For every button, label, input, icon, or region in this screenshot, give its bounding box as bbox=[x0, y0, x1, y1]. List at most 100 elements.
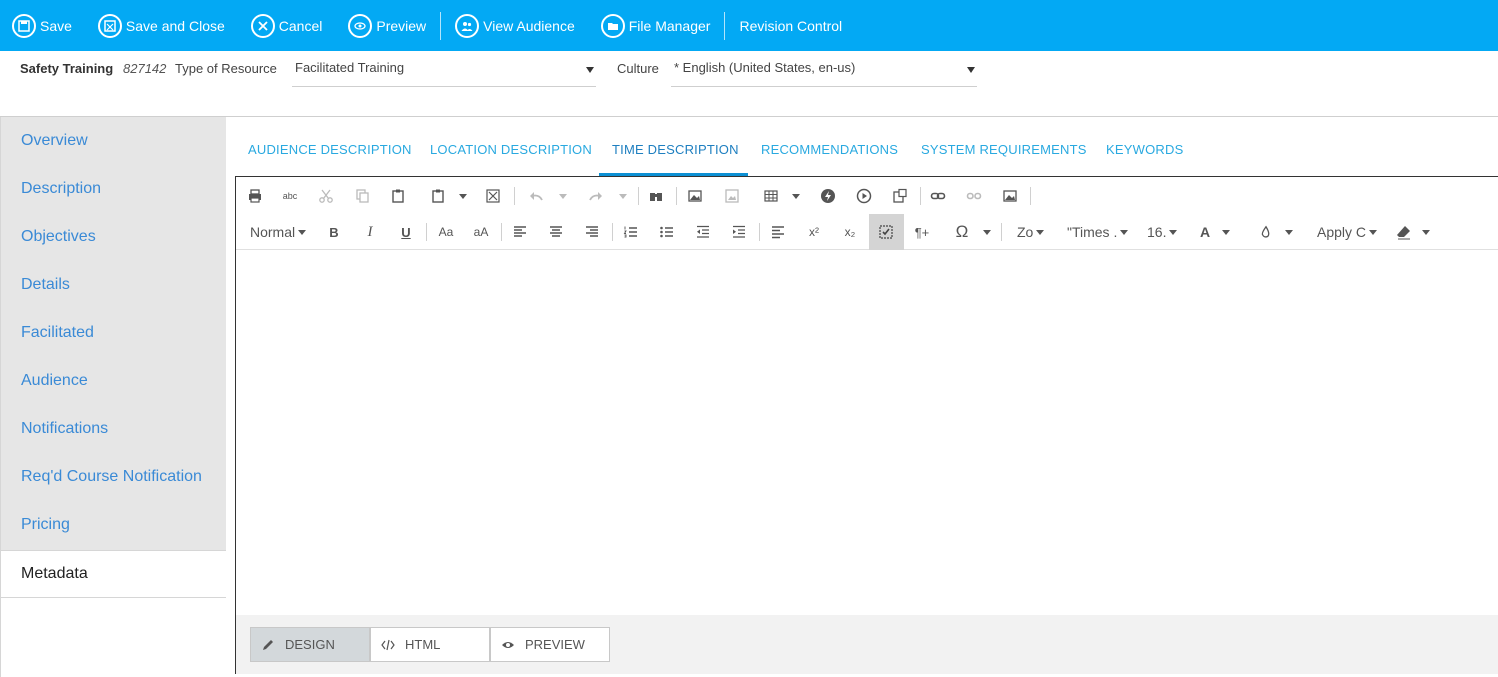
numbered-list-icon[interactable] bbox=[619, 221, 643, 243]
toolbar-separator bbox=[676, 187, 677, 205]
font-size-dropdown[interactable]: 16. bbox=[1147, 221, 1178, 243]
font-size-value: 16. bbox=[1147, 224, 1167, 240]
bulleted-list-icon[interactable] bbox=[655, 221, 679, 243]
save-label: Save bbox=[40, 17, 72, 34]
content-edit-area[interactable] bbox=[236, 251, 1498, 615]
image-icon[interactable] bbox=[683, 185, 707, 207]
sidebar-item-audience[interactable]: Audience bbox=[21, 357, 88, 405]
revision-control-button[interactable]: Revision Control bbox=[739, 0, 868, 51]
align-left-icon[interactable] bbox=[508, 221, 532, 243]
design-mode-button[interactable]: DESIGN bbox=[250, 627, 370, 662]
culture-select[interactable]: * English (United States, en-us) bbox=[671, 57, 977, 87]
preview-mode-button[interactable]: PREVIEW bbox=[490, 627, 610, 662]
back-color-dropdown[interactable] bbox=[1259, 221, 1293, 243]
superscript-button[interactable]: x² bbox=[802, 221, 826, 243]
link-icon[interactable] bbox=[926, 185, 950, 207]
paragraph-marks-button[interactable]: ¶+ bbox=[910, 221, 934, 243]
case-lower-glyph: Aa bbox=[438, 225, 454, 239]
chevron-down-icon bbox=[1369, 229, 1378, 235]
paragraph-style-dropdown[interactable]: Normal bbox=[250, 221, 307, 243]
document-manager-icon[interactable] bbox=[888, 185, 912, 207]
sidebar-item-reqd-course-notification[interactable]: Req'd Course Notification bbox=[21, 453, 202, 501]
outdent-icon[interactable] bbox=[691, 221, 715, 243]
media-icon[interactable] bbox=[852, 185, 876, 207]
copy-icon[interactable] bbox=[350, 185, 374, 207]
sidebar-item-facilitated[interactable]: Facilitated bbox=[21, 309, 94, 357]
chevron-down-icon[interactable] bbox=[792, 194, 800, 199]
view-audience-button[interactable]: View Audience bbox=[455, 0, 601, 51]
paragraph-glyph: ¶+ bbox=[914, 224, 930, 240]
sidebar-item-description[interactable]: Description bbox=[21, 165, 101, 213]
sidebar-item-details[interactable]: Details bbox=[21, 261, 70, 309]
case-upper-glyph: aA bbox=[473, 225, 489, 239]
flash-icon[interactable] bbox=[816, 185, 840, 207]
fullscreen-icon[interactable] bbox=[481, 185, 505, 207]
chevron-down-icon[interactable] bbox=[459, 194, 467, 199]
cancel-button[interactable]: Cancel bbox=[250, 0, 349, 51]
tab-time-description[interactable]: TIME DESCRIPTION bbox=[612, 142, 739, 157]
chevron-down-icon[interactable] bbox=[983, 230, 991, 235]
tab-system-requirements[interactable]: SYSTEM REQUIREMENTS bbox=[921, 142, 1087, 157]
save-and-close-button[interactable]: Save and Close bbox=[97, 0, 251, 51]
paste-icon[interactable] bbox=[386, 185, 410, 207]
chevron-down-icon[interactable] bbox=[619, 194, 627, 199]
zoom-value: Zo bbox=[1017, 224, 1034, 240]
table-icon[interactable] bbox=[759, 185, 783, 207]
cut-icon[interactable] bbox=[314, 185, 338, 207]
subscript-button[interactable]: x₂ bbox=[838, 221, 862, 243]
special-characters-button[interactable]: Ω bbox=[950, 221, 974, 243]
align-right-icon[interactable] bbox=[580, 221, 604, 243]
design-mode-label: DESIGN bbox=[285, 637, 335, 652]
chevron-down-icon bbox=[1120, 229, 1129, 235]
font-name-dropdown[interactable]: "Times . bbox=[1067, 221, 1129, 243]
indent-icon[interactable] bbox=[727, 221, 751, 243]
preview-label: Preview bbox=[376, 17, 427, 34]
sidebar-item-metadata[interactable]: Metadata bbox=[1, 550, 226, 598]
fore-color-dropdown[interactable]: A bbox=[1200, 221, 1231, 243]
sidebar-item-objectives[interactable]: Objectives bbox=[21, 213, 96, 261]
sidebar-item-pricing[interactable]: Pricing bbox=[21, 501, 70, 549]
save-and-close-label: Save and Close bbox=[125, 17, 225, 34]
sidebar-item-notifications[interactable]: Notifications bbox=[21, 405, 108, 453]
resource-title: Safety Training bbox=[20, 61, 114, 76]
align-center-icon[interactable] bbox=[544, 221, 568, 243]
convert-to-lower-button[interactable]: Aa bbox=[434, 221, 458, 243]
tab-keywords[interactable]: KEYWORDS bbox=[1106, 142, 1183, 157]
print-icon[interactable] bbox=[243, 185, 267, 207]
eye-icon bbox=[348, 13, 373, 38]
html-mode-button[interactable]: HTML bbox=[370, 627, 490, 662]
find-replace-icon[interactable] bbox=[644, 185, 668, 207]
type-of-resource-select[interactable]: Facilitated Training bbox=[292, 57, 596, 87]
paste-options-icon[interactable] bbox=[426, 185, 450, 207]
convert-to-upper-button[interactable]: aA bbox=[469, 221, 493, 243]
description-tabs: AUDIENCE DESCRIPTION LOCATION DESCRIPTIO… bbox=[235, 117, 1498, 177]
chevron-down-icon bbox=[967, 67, 975, 73]
apply-css-class-dropdown[interactable]: Apply C bbox=[1317, 221, 1378, 243]
tab-location-description[interactable]: LOCATION DESCRIPTION bbox=[430, 142, 592, 157]
resource-code: 827142 bbox=[123, 61, 167, 76]
redo-icon[interactable] bbox=[584, 185, 608, 207]
image-manager-icon[interactable] bbox=[998, 185, 1022, 207]
chevron-down-icon[interactable] bbox=[559, 194, 567, 199]
justify-icon[interactable] bbox=[766, 221, 790, 243]
sidebar-item-overview[interactable]: Overview bbox=[21, 117, 88, 165]
file-manager-button[interactable]: File Manager bbox=[600, 0, 737, 51]
paragraph-style-value: Normal bbox=[250, 224, 296, 240]
save-button[interactable]: Save bbox=[12, 0, 98, 51]
html-mode-label: HTML bbox=[405, 637, 441, 652]
underline-button[interactable]: U bbox=[394, 221, 418, 243]
spellcheck-icon[interactable]: abc bbox=[278, 185, 302, 207]
image-properties-icon[interactable] bbox=[720, 185, 744, 207]
bold-button[interactable]: B bbox=[322, 221, 346, 243]
type-of-resource-value: Facilitated Training bbox=[295, 60, 405, 75]
zoom-dropdown[interactable]: Zo bbox=[1017, 221, 1045, 243]
toolbar-separator bbox=[612, 223, 613, 241]
undo-icon[interactable] bbox=[524, 185, 548, 207]
preview-button[interactable]: Preview bbox=[348, 0, 452, 51]
unlink-icon[interactable] bbox=[962, 185, 986, 207]
italic-button[interactable]: I bbox=[358, 221, 382, 243]
tab-audience-description[interactable]: AUDIENCE DESCRIPTION bbox=[248, 142, 412, 157]
tab-recommendations[interactable]: RECOMMENDATIONS bbox=[761, 142, 898, 157]
format-painter-dropdown[interactable] bbox=[1396, 221, 1430, 243]
format-stripper-icon[interactable] bbox=[874, 221, 898, 243]
